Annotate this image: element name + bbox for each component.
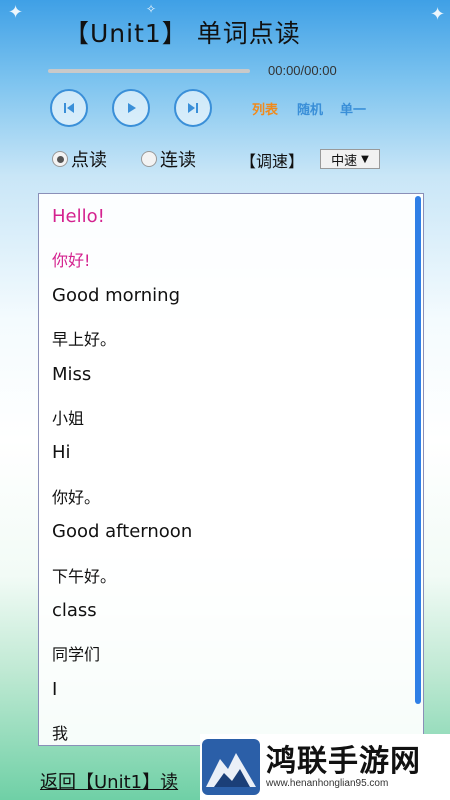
play-icon (128, 103, 136, 113)
word-item[interactable]: 同学们 (52, 641, 100, 665)
play-button[interactable] (112, 89, 150, 127)
next-button[interactable] (174, 89, 212, 127)
watermark-logo (202, 739, 260, 795)
word-item[interactable]: 下午好。 (52, 563, 116, 587)
word-item[interactable]: 早上好。 (52, 326, 116, 350)
word-item[interactable]: Hello! (52, 206, 105, 227)
word-item[interactable]: Good morning (52, 285, 180, 306)
previous-button[interactable] (50, 89, 88, 127)
word-item[interactable]: Hi (52, 442, 71, 463)
radio-unselected-icon (141, 151, 157, 167)
page-title: 【Unit1】 单词点读 (64, 19, 301, 48)
mode-random-button[interactable]: 随机 (297, 99, 323, 118)
radio-label: 点读 (71, 150, 107, 171)
mode-list-button[interactable]: 列表 (252, 99, 278, 118)
scrollbar[interactable] (413, 194, 423, 745)
word-item[interactable]: 你好! (52, 247, 90, 271)
watermark-name: 鸿联手游网 (266, 743, 421, 779)
back-link[interactable]: 返回【Unit1】读 (40, 768, 178, 794)
radio-continuous-read[interactable]: 连读 (141, 146, 196, 172)
word-item[interactable]: 小姐 (52, 405, 84, 429)
watermark: 鸿联手游网 www.henanhonglian95.com (200, 734, 450, 800)
radio-label: 连读 (160, 150, 196, 171)
scrollbar-thumb[interactable] (415, 196, 421, 704)
speed-select[interactable]: 中速 ▼ (320, 149, 380, 169)
skip-forward-icon (188, 103, 198, 113)
mode-single-button[interactable]: 单一 (340, 99, 366, 118)
chevron-down-icon: ▼ (361, 153, 369, 165)
word-item[interactable]: 你好。 (52, 484, 100, 508)
word-item[interactable]: 我 (52, 720, 68, 744)
word-item[interactable]: class (52, 600, 97, 621)
word-item[interactable]: Miss (52, 364, 91, 385)
word-list-panel: Hello! 你好! Good morning 早上好。 Miss 小姐 Hi 你好。 Good… (38, 193, 424, 746)
progress-slider[interactable] (48, 69, 250, 73)
radio-point-read[interactable]: 点读 (52, 146, 107, 172)
skip-back-icon (64, 103, 74, 113)
sparkle-icon: ✦ (8, 2, 24, 23)
watermark-url: www.henanhonglian95.com (266, 777, 389, 789)
sparkle-icon: ✦ (430, 4, 446, 25)
speed-value: 中速 (331, 153, 358, 169)
word-item[interactable]: Good afternoon (52, 521, 192, 542)
speed-label: 【调速】 (240, 152, 305, 171)
time-display: 00:00/00:00 (268, 63, 337, 78)
radio-selected-icon (52, 151, 68, 167)
word-item[interactable]: I (52, 679, 57, 700)
